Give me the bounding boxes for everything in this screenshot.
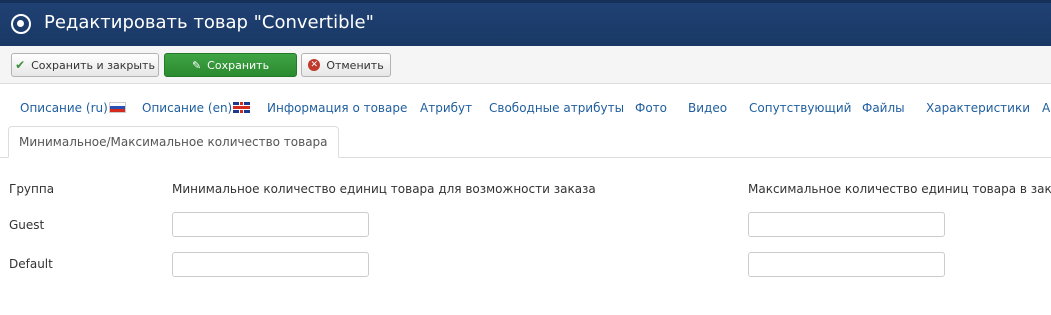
tab-characteristics[interactable]: Характеристики	[926, 101, 1030, 115]
default-max-quantity-input[interactable]	[748, 252, 945, 277]
row-label-default: Default	[9, 257, 53, 271]
tab-label: Описание (en)	[142, 101, 233, 115]
page-header: Редактировать товар "Convertible"	[0, 0, 1051, 46]
guest-min-quantity-input[interactable]	[172, 212, 369, 237]
guest-max-quantity-input[interactable]	[748, 212, 945, 237]
save-button[interactable]: ✎ Сохранить	[164, 53, 297, 77]
tab-video[interactable]: Видео	[688, 101, 727, 115]
tab-free-attributes[interactable]: Свободные атрибуты	[489, 101, 624, 115]
tab-attribute[interactable]: Атрибут	[420, 101, 472, 115]
uk-flag-icon	[233, 102, 251, 113]
russia-flag-icon	[108, 102, 126, 113]
cancel-label: Отменить	[326, 58, 384, 72]
toolbar: ✔ Сохранить и закрыть ✎ Сохранить ✕ Отме…	[0, 46, 1051, 84]
tab-label: Описание (ru)	[20, 101, 108, 115]
edit-circle-icon	[11, 14, 31, 34]
row-label-guest: Guest	[9, 218, 45, 232]
save-label: Сохранить	[207, 58, 270, 72]
edit-icon: ✎	[191, 58, 202, 72]
tab-photo[interactable]: Фото	[635, 101, 667, 115]
column-header-max: Максимальное количество единиц товара в …	[748, 182, 1051, 196]
tab-more[interactable]: А	[1042, 101, 1050, 115]
tab-description-ru[interactable]: Описание (ru)	[20, 101, 126, 115]
tab-min-max-quantity[interactable]: Минимальное/Максимальное количество това…	[8, 126, 339, 158]
cancel-button[interactable]: ✕ Отменить	[301, 53, 391, 77]
tab-description-en[interactable]: Описание (en)	[142, 101, 251, 115]
column-header-group: Группа	[9, 182, 55, 196]
tab-files[interactable]: Файлы	[862, 101, 905, 115]
save-and-close-button[interactable]: ✔ Сохранить и закрыть	[11, 53, 159, 77]
cancel-icon: ✕	[308, 59, 321, 71]
tab-related[interactable]: Сопутствующий	[749, 101, 851, 115]
check-icon: ✔	[15, 58, 26, 72]
active-tab-bar: Минимальное/Максимальное количество това…	[0, 124, 1051, 158]
tab-bar: Описание (ru) Описание (en) Информация о…	[0, 96, 1051, 124]
page-title: Редактировать товар "Convertible"	[44, 12, 374, 33]
save-and-close-label: Сохранить и закрыть	[31, 58, 155, 72]
column-header-min: Минимальное количество единиц товара для…	[172, 182, 596, 196]
tab-product-info[interactable]: Информация о товаре	[267, 101, 407, 115]
default-min-quantity-input[interactable]	[172, 252, 369, 277]
